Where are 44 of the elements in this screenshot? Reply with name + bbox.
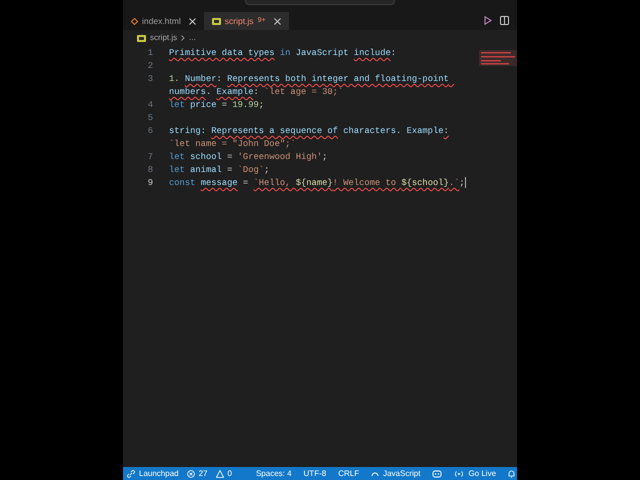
- error-icon: [186, 470, 195, 478]
- breadcrumb-item[interactable]: script.js: [150, 32, 178, 44]
- tab-label: script.js: [224, 14, 254, 28]
- run-icon[interactable]: [484, 16, 492, 24]
- tab-label: index.html: [142, 14, 181, 28]
- chevron-icon: [181, 35, 186, 41]
- html-file-icon: [131, 18, 138, 24]
- line-number: 7: [146, 151, 153, 164]
- status-item[interactable]: Go Live: [468, 470, 496, 478]
- line-number: 8: [146, 164, 153, 177]
- line-number: 3: [146, 73, 153, 86]
- status-item[interactable]: 27: [198, 470, 208, 478]
- line-number: 1: [146, 47, 153, 60]
- status-item[interactable]: UTF-8: [304, 470, 326, 478]
- code-line: let animal = `Dog`;: [169, 164, 270, 177]
- js-file-icon: [137, 34, 146, 42]
- status-item[interactable]: Spaces: 4: [256, 470, 292, 478]
- breadcrumb-item[interactable]: ...: [189, 32, 196, 44]
- code-line: string: Represents a sequence of characters. Example: `let name = "John Doe";`: [169, 125, 450, 151]
- line-number: 9: [146, 177, 153, 190]
- status-item[interactable]: Launchpad: [139, 470, 179, 478]
- code-line: const message = `Hello, ${name}! Welcome to ${school}.`;: [169, 177, 467, 190]
- close-icon[interactable]: [274, 18, 281, 24]
- minimap-drawing: [479, 50, 517, 66]
- line-number: 6: [146, 125, 153, 138]
- code-line: 1. Number: Represents both integer and floating-point numbers. Example: `let age = 30;`: [169, 73, 450, 99]
- code-line: let price = 19.99;: [169, 99, 266, 112]
- split-editor-icon[interactable]: [500, 16, 509, 24]
- line-number: 4: [146, 99, 153, 112]
- bell-icon[interactable]: [508, 470, 516, 478]
- status-item[interactable]: CRLF: [338, 470, 360, 478]
- close-icon[interactable]: [188, 18, 196, 24]
- code-line: let school = 'Greenwood High';: [169, 151, 328, 164]
- status-item[interactable]: 0: [228, 470, 232, 478]
- broadcast-icon: [454, 470, 464, 478]
- line-number: 5: [146, 112, 153, 125]
- js-file-icon: [212, 18, 221, 24]
- copilot-icon: [432, 470, 442, 478]
- status-item[interactable]: JavaScript: [383, 470, 420, 478]
- code-line: Primitive data types in JavaScript include:: [169, 47, 398, 60]
- warning-icon: [216, 470, 224, 478]
- line-number: 2: [146, 60, 153, 73]
- link-icon: [127, 470, 135, 478]
- text-cursor: [464, 177, 466, 188]
